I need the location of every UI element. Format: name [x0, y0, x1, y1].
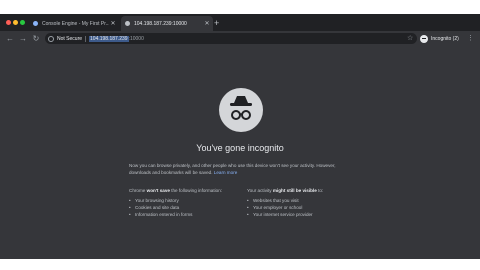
tab-active[interactable]: 104.198.187.239:10000 ✕: [121, 16, 213, 31]
url-port: :10000: [128, 35, 144, 42]
security-label[interactable]: Not Secure: [57, 35, 87, 42]
list-item: Websites that you visit: [247, 197, 357, 204]
new-tab-button[interactable]: +: [214, 17, 219, 29]
list-item: Information entered in forms: [129, 211, 239, 218]
incognito-hero-icon: [219, 88, 263, 132]
wont-save-list: Your browsing history Cookies and site d…: [129, 197, 239, 219]
wont-save-column: Chrome won't save the following informat…: [129, 187, 239, 219]
list-item: Cookies and site data: [129, 204, 239, 211]
still-visible-column: Your activity might still be visible to:…: [247, 187, 357, 219]
incognito-page: You've gone incognito Now you can browse…: [0, 46, 480, 259]
toolbar: ← → ↻ Not Secure 104.198.187.239 :10000 …: [0, 31, 480, 46]
tab-favicon-icon: [33, 21, 38, 26]
wont-save-heading: Chrome won't save the following informat…: [129, 188, 223, 193]
tab-strip: Console Engine - My First Pr... ✕ 104.19…: [0, 14, 480, 31]
list-item: Your browsing history: [129, 197, 239, 204]
still-visible-list: Websites that you visit Your employer or…: [247, 197, 357, 219]
url-host: 104.198.187.239: [89, 35, 129, 42]
info-icon[interactable]: [48, 35, 54, 42]
list-item: Your employer or school: [247, 204, 357, 211]
forward-arrow-icon[interactable]: →: [18, 33, 28, 44]
tab-title: 104.198.187.239:10000: [134, 20, 187, 27]
menu-kebab-icon[interactable]: ⋮: [467, 33, 474, 44]
maximize-window-button[interactable]: [20, 20, 25, 25]
tab-favicon-icon: [125, 21, 130, 26]
incognito-profile-button[interactable]: Incognito (2): [420, 33, 459, 44]
back-arrow-icon[interactable]: ←: [5, 33, 15, 44]
tab-close-icon[interactable]: ✕: [109, 20, 117, 27]
incognito-icon: [420, 34, 428, 43]
minimize-window-button[interactable]: [13, 20, 18, 25]
tab-close-icon[interactable]: ✕: [203, 20, 211, 27]
tab-console-engine[interactable]: Console Engine - My First Pr... ✕: [29, 16, 119, 31]
list-item: Your internet service provider: [247, 211, 357, 218]
reload-icon[interactable]: ↻: [31, 33, 41, 44]
page-title: You've gone incognito: [196, 143, 284, 153]
address-bar[interactable]: Not Secure 104.198.187.239 :10000: [45, 33, 417, 44]
browser-window: Console Engine - My First Pr... ✕ 104.19…: [0, 14, 480, 259]
tab-title: Console Engine - My First Pr...: [42, 20, 109, 27]
incognito-label: Incognito (2): [431, 35, 459, 42]
learn-more-link[interactable]: Learn more: [214, 170, 238, 175]
close-window-button[interactable]: [6, 20, 11, 25]
bookmark-star-icon[interactable]: ☆: [407, 34, 413, 43]
still-visible-heading: Your activity might still be visible to:: [247, 188, 324, 193]
intro-paragraph: Now you can browse privately, and other …: [129, 162, 351, 176]
